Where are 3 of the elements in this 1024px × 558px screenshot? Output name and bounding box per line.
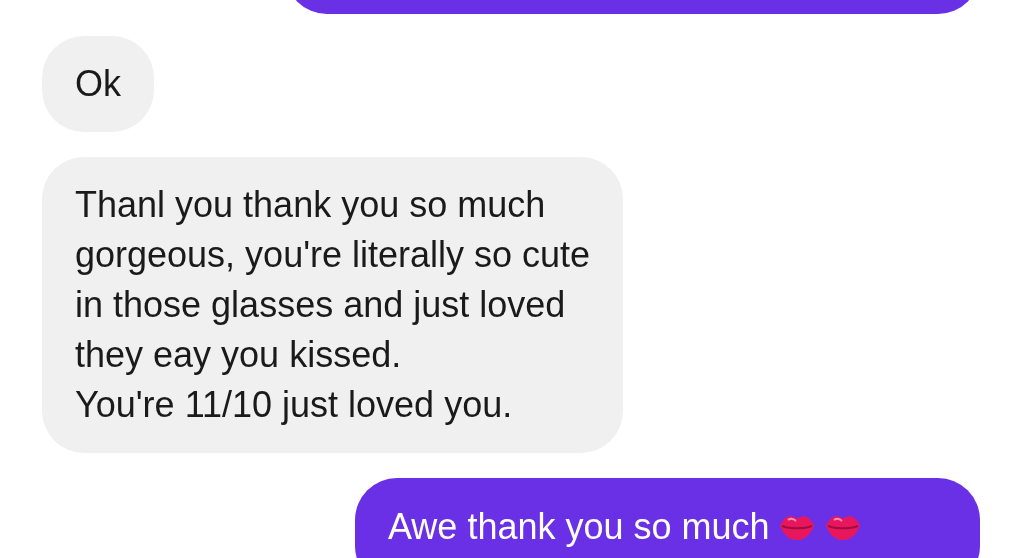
message-text: Thanl you thank you so much gorgeous, you're literally so cute in those glasses and just loved they eay you kissed. You're 11/10 just loved you.: [75, 183, 591, 427]
message-text: Ok: [75, 62, 121, 106]
message-text: Awe thank you so much: [388, 505, 770, 549]
